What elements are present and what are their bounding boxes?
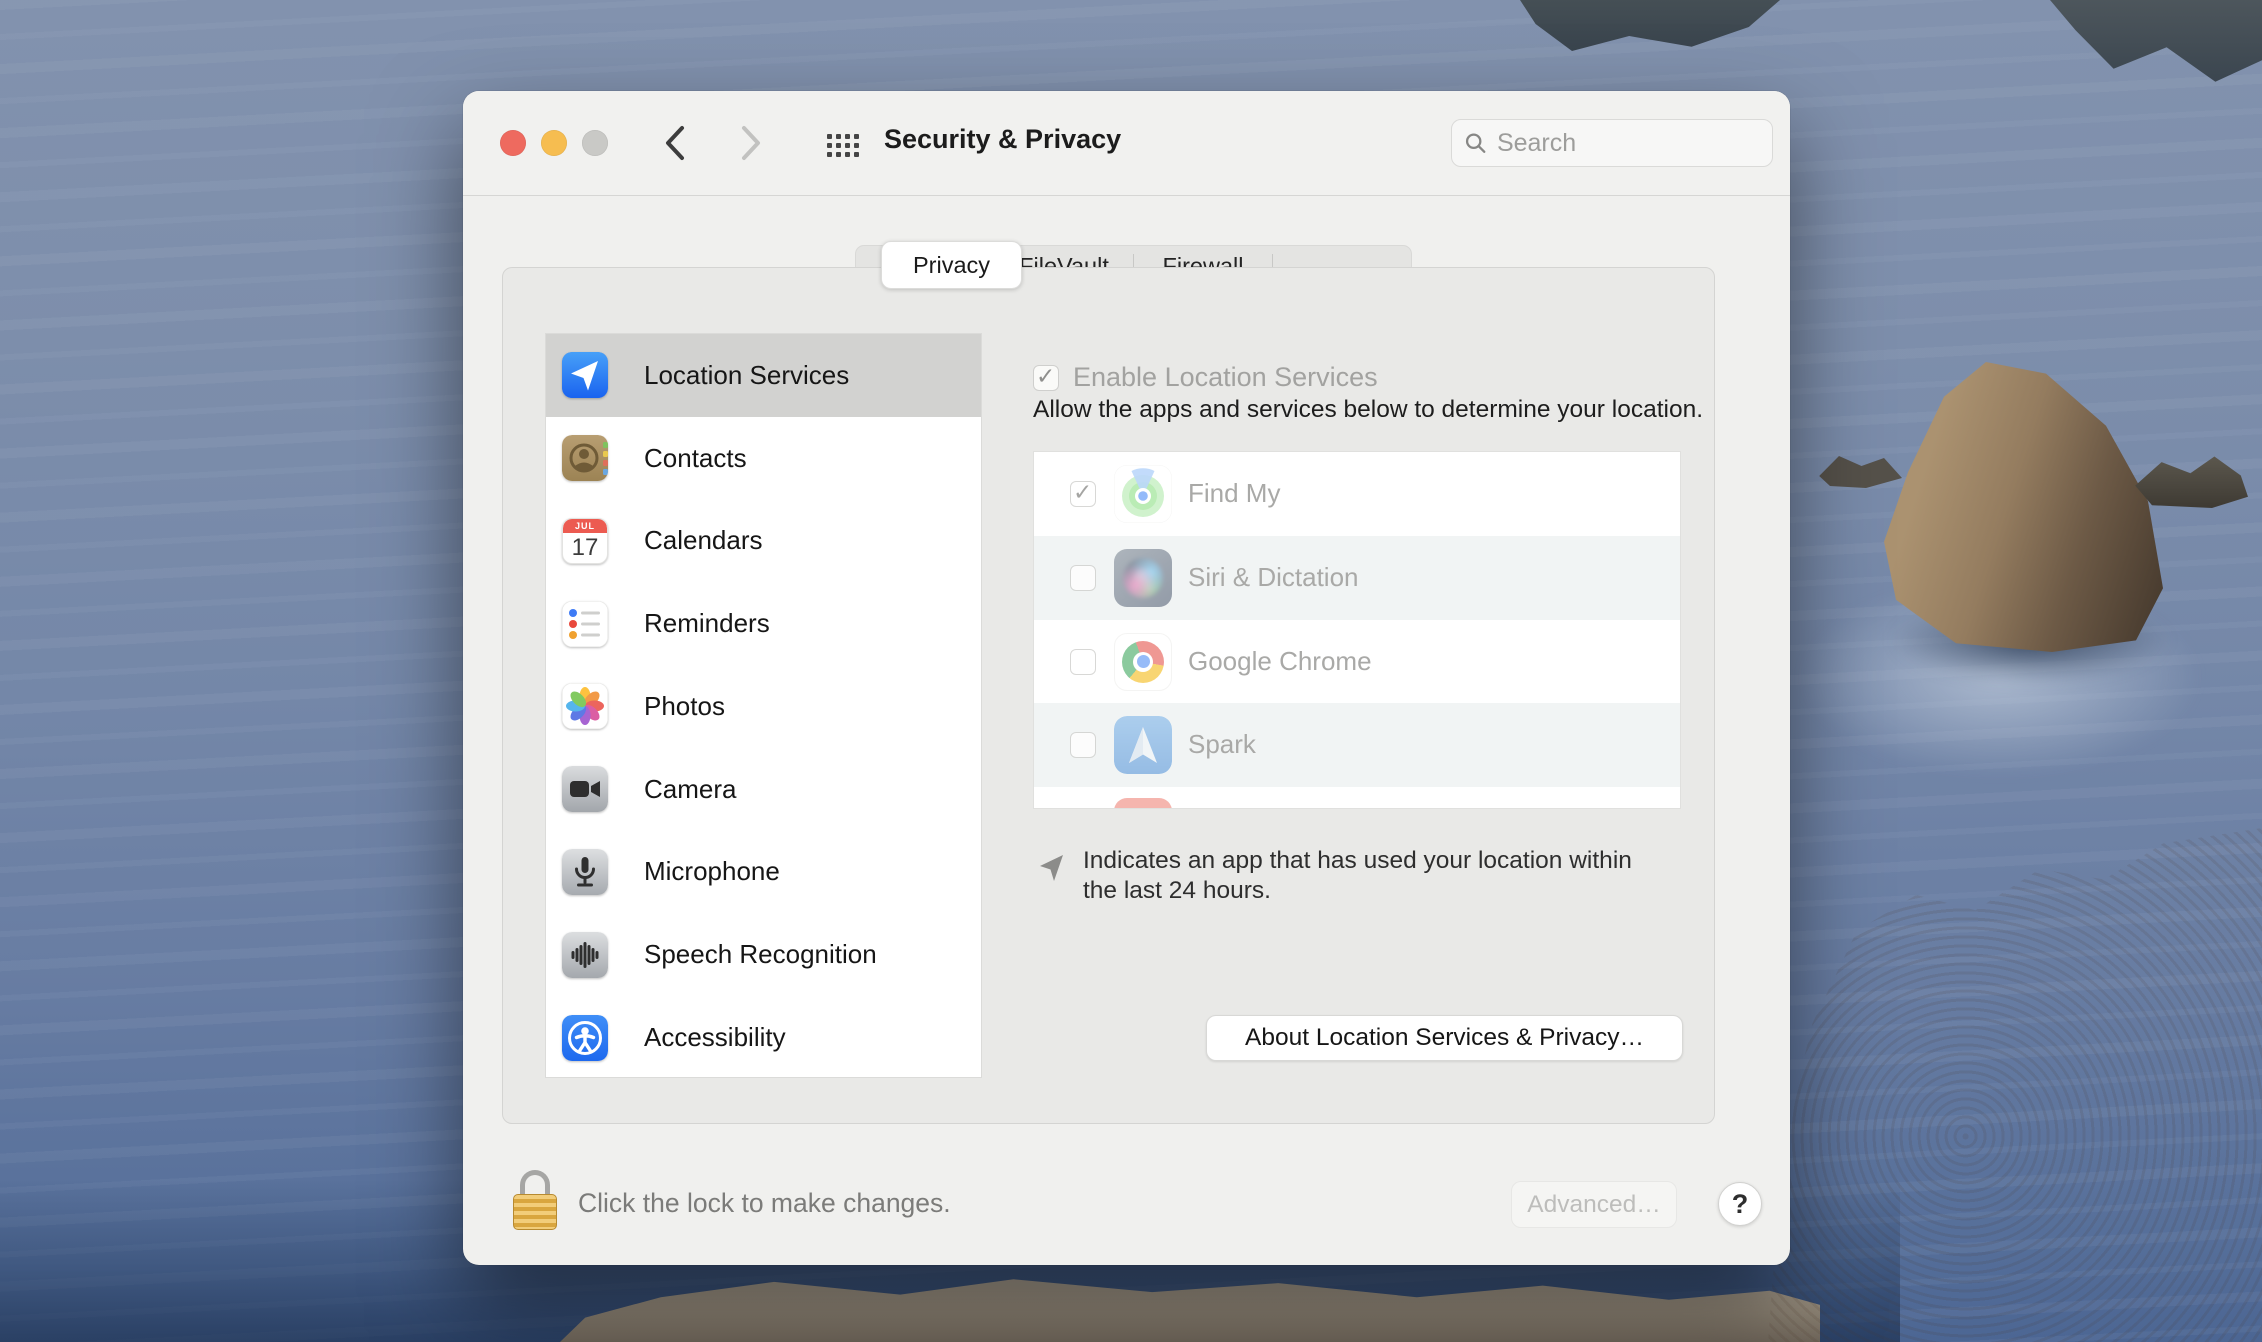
wallpaper-sea-stack-rock: [1872, 362, 2172, 652]
lock-body: [513, 1194, 557, 1230]
sidebar-item-label: Accessibility: [644, 1022, 786, 1053]
sidebar-item-photos[interactable]: Photos: [546, 665, 981, 748]
lock-hint-text: Click the lock to make changes.: [578, 1188, 951, 1219]
app-row-spark: Spark: [1034, 703, 1680, 787]
spark-checkbox[interactable]: [1070, 732, 1096, 758]
siri-icon: [1114, 549, 1172, 607]
location-apps-list: Find My Siri & Dictation Google Chrome: [1033, 451, 1681, 809]
privacy-category-list: Location Services: [545, 333, 982, 1078]
security-privacy-window: Security & Privacy General FileVault Fir…: [463, 91, 1790, 1265]
calendar-day: 17: [563, 532, 607, 563]
page-title: Security & Privacy: [884, 124, 1121, 155]
wallpaper-rock-reflection: [1830, 580, 2230, 700]
app-name: Siri & Dictation: [1188, 536, 1359, 620]
help-button[interactable]: ?: [1718, 1182, 1762, 1226]
sidebar-item-speech-recognition[interactable]: Speech Recognition: [546, 913, 981, 996]
privacy-pane: Location Services: [502, 267, 1715, 1124]
accessibility-icon: [562, 1015, 608, 1061]
sidebar-item-label: Contacts: [644, 443, 747, 474]
sidebar-item-microphone[interactable]: Microphone: [546, 831, 981, 914]
siri-checkbox[interactable]: [1070, 565, 1096, 591]
minimize-icon[interactable]: [541, 130, 567, 156]
app-name: Spark: [1188, 703, 1256, 787]
google-chrome-icon: [1114, 633, 1172, 691]
tab-privacy[interactable]: Privacy: [881, 241, 1022, 289]
close-icon[interactable]: [500, 130, 526, 156]
titlebar: Security & Privacy: [463, 91, 1790, 196]
sidebar-item-location-services[interactable]: Location Services: [546, 334, 981, 417]
zoom-icon: [582, 130, 608, 156]
wallpaper-mist: [1760, 560, 2240, 820]
search-icon: [1464, 130, 1487, 156]
sidebar-item-label: Reminders: [644, 608, 770, 639]
google-chrome-checkbox[interactable]: [1070, 649, 1096, 675]
app-row-siri: Siri & Dictation: [1034, 536, 1680, 620]
speech-recognition-icon: [562, 932, 608, 978]
sidebar-item-calendars[interactable]: JUL 17 Calendars: [546, 500, 981, 583]
sidebar-item-accessibility[interactable]: Accessibility: [546, 996, 981, 1078]
lock-icon[interactable]: [513, 1170, 557, 1230]
sidebar-item-label: Calendars: [644, 525, 763, 556]
reminders-icon: [562, 601, 608, 647]
location-services-description: Allow the apps and services below to det…: [1033, 396, 1703, 424]
spark-icon: [1114, 716, 1172, 774]
app-row-find-my: Find My: [1034, 452, 1680, 536]
back-icon: [662, 124, 688, 162]
show-all-grid-icon: [827, 134, 859, 157]
sidebar-item-label: Photos: [644, 691, 725, 722]
app-name: Find My: [1188, 452, 1280, 536]
sidebar-item-contacts[interactable]: Contacts: [546, 417, 981, 500]
show-all-button[interactable]: [815, 125, 871, 165]
sidebar-item-label: Speech Recognition: [644, 939, 877, 970]
photos-icon: [562, 683, 608, 729]
sidebar-item-label: Microphone: [644, 856, 780, 887]
wallpaper-islet: [2050, 0, 2262, 86]
enable-location-services-checkbox[interactable]: [1033, 365, 1059, 391]
calendar-month: JUL: [563, 519, 607, 533]
wallpaper-cliff: [1768, 828, 2262, 1342]
wallpaper-cliff-texture: [1768, 828, 2262, 1342]
forward-icon: [738, 124, 764, 162]
location-arrow-icon: [1037, 852, 1067, 884]
find-my-checkbox[interactable]: [1070, 481, 1096, 507]
wallpaper-islet: [1520, 0, 1780, 60]
location-usage-note: Indicates an app that has used your loca…: [1037, 846, 1637, 906]
location-usage-note-text: Indicates an app that has used your loca…: [1083, 846, 1637, 906]
wallpaper-small-rock: [2128, 452, 2248, 508]
camera-icon: [562, 766, 608, 812]
enable-location-services-label: Enable Location Services: [1073, 362, 1378, 393]
sidebar-item-label: Camera: [644, 774, 736, 805]
calendar-icon: JUL 17: [562, 518, 608, 564]
enable-location-services-row: Enable Location Services: [1033, 362, 1378, 393]
app-name: Google Chrome: [1188, 620, 1372, 704]
find-my-icon: [1114, 465, 1172, 523]
search-field[interactable]: [1451, 119, 1773, 167]
microphone-icon: [562, 849, 608, 895]
search-input[interactable]: [1495, 128, 1760, 159]
sidebar-item-camera[interactable]: Camera: [546, 748, 981, 831]
contacts-icon: [562, 435, 608, 481]
advanced-button[interactable]: Advanced…: [1511, 1181, 1677, 1228]
forward-button[interactable]: [729, 121, 773, 165]
back-button[interactable]: [653, 121, 697, 165]
wallpaper-bottom-rocks: [560, 1278, 1820, 1342]
about-location-services-button[interactable]: About Location Services & Privacy…: [1206, 1015, 1683, 1061]
partial-app-icon: [1114, 798, 1172, 809]
app-row-google-chrome: Google Chrome: [1034, 620, 1680, 704]
sidebar-item-reminders[interactable]: Reminders: [546, 582, 981, 665]
wallpaper-small-rock: [1812, 448, 1902, 488]
sidebar-item-label: Location Services: [644, 360, 849, 391]
location-services-icon: [562, 352, 608, 398]
